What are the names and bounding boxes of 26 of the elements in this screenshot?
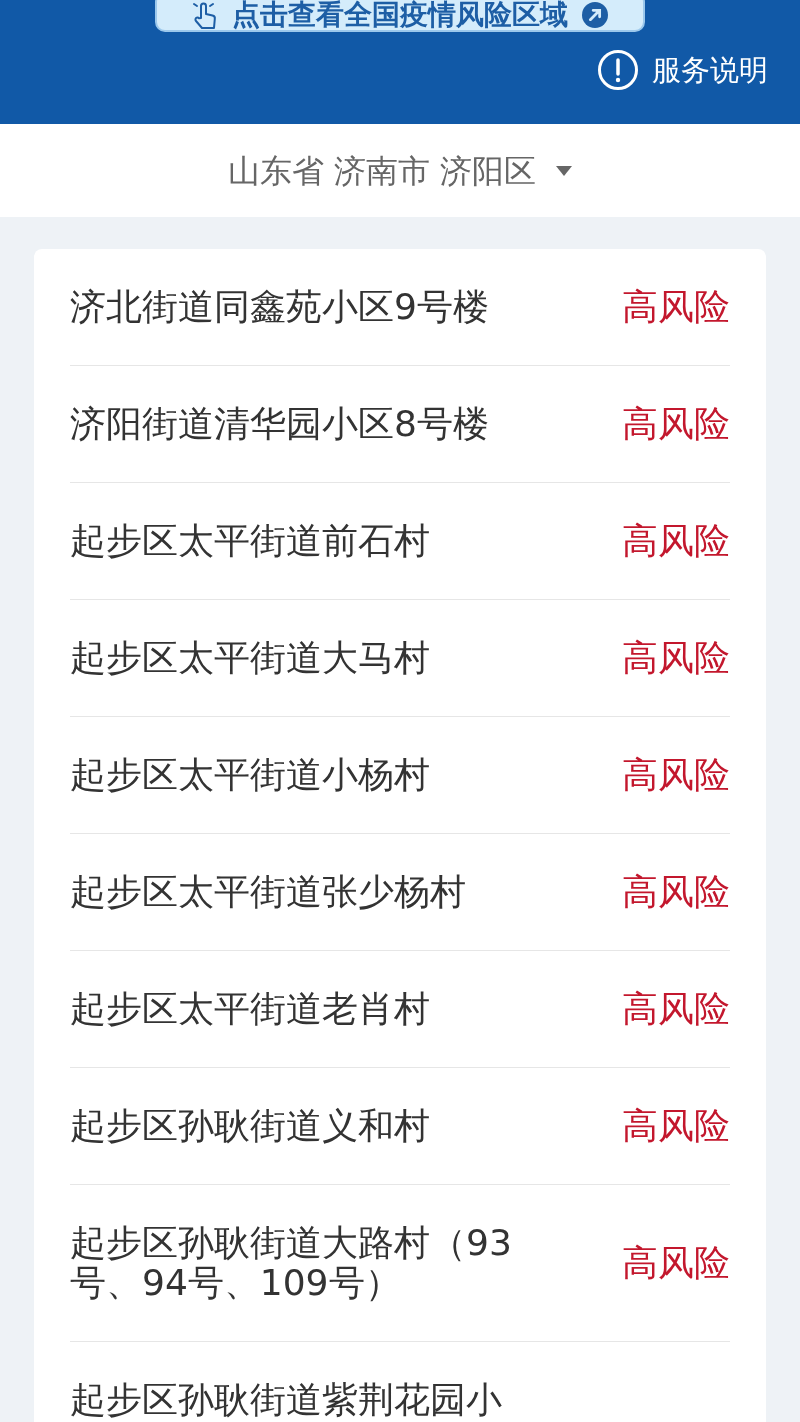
risk-level: 高风险 (622, 1106, 730, 1146)
risk-level: 高风险 (622, 1243, 730, 1283)
area-name: 起步区孙耿街道大路村（93号、94号、109号） (70, 1223, 513, 1303)
area-name: 起步区太平街道大马村 (70, 638, 430, 678)
risk-level: 高风险 (622, 872, 730, 912)
risk-area-banner-link[interactable]: 点击查看全国疫情风险区域 (155, 0, 645, 32)
location-selector[interactable]: 山东省 济南市 济阳区 (0, 124, 800, 217)
risk-level: 高风险 (622, 287, 730, 327)
risk-level: 高风险 (622, 521, 730, 561)
risk-level: 高风险 (622, 404, 730, 444)
caret-icon (556, 165, 573, 176)
service-info-link[interactable]: 服务说明 (598, 50, 768, 90)
area-name: 起步区太平街道前石村 (70, 521, 430, 561)
area-name: 起步区太平街道小杨村 (70, 755, 430, 795)
area-name: 济北街道同鑫苑小区9号楼 (70, 287, 489, 327)
risk-level: 高风险 (622, 989, 730, 1029)
area-name: 起步区孙耿街道义和村 (70, 1106, 430, 1146)
area-name: 起步区孙耿街道紫荆花园小 (70, 1380, 502, 1420)
arrow-circle-icon (582, 2, 608, 28)
pointing-hand-icon (192, 1, 218, 29)
area-name: 起步区太平街道老肖村 (70, 989, 430, 1029)
area-name: 起步区太平街道张少杨村 (70, 872, 466, 912)
exclamation-circle-icon (598, 50, 638, 90)
area-name: 济阳街道清华园小区8号楼 (70, 404, 489, 444)
risk-level: 高风险 (622, 755, 730, 795)
risk-level: 高风险 (622, 638, 730, 678)
